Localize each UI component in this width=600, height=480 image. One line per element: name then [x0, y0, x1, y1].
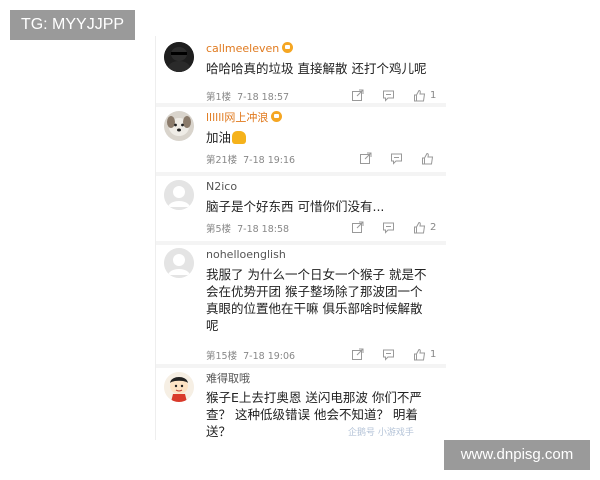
divider	[156, 364, 446, 368]
comment-item: llllll网上冲浪 加油 第21楼 7-18 19:16	[156, 111, 446, 171]
comment-text: 哈哈哈真的垃圾 直接解散 还打个鸡儿呢	[206, 60, 441, 77]
inner-watermark: 企鹅号 小游戏手	[348, 428, 414, 438]
comment-author[interactable]: callmeeleven	[206, 42, 294, 56]
thumbs-up-icon	[422, 152, 434, 164]
comment-author[interactable]: llllll网上冲浪	[206, 111, 283, 125]
default-avatar-icon[interactable]	[164, 180, 194, 210]
like-button[interactable]: 1	[413, 347, 436, 361]
corner-tag: TG: MYYJJPP	[10, 10, 135, 40]
timestamp: 7-18 19:06	[243, 351, 296, 362]
timestamp: 7-18 18:58	[237, 224, 290, 235]
comment-text: 加油	[206, 129, 441, 146]
comment-line: 真眼的位置他在干嘛 俱乐部啥时候解散	[206, 301, 423, 316]
thumbs-up-icon	[414, 348, 426, 360]
comment-line: 我服了 为什么一个日女一个猴子 就是不	[206, 267, 427, 282]
like-button[interactable]: 2	[413, 220, 436, 234]
comment-line: 会在优势开团 猴子整场除了那波团一个	[206, 284, 423, 299]
comment-feed[interactable]: callmeeleven 哈哈哈真的垃圾 直接解散 还打个鸡儿呢 第1楼 7-1…	[155, 36, 446, 440]
thumbs-up-icon	[414, 89, 426, 101]
default-avatar-icon[interactable]	[164, 248, 194, 278]
floor-label: 第15楼	[206, 351, 238, 362]
reply-icon[interactable]	[382, 347, 395, 361]
thumbs-up-icon	[414, 221, 426, 233]
comment-item: nohelloenglish 我服了 为什么一个日女一个猴子 就是不 会在优势开…	[156, 248, 446, 362]
like-button[interactable]	[421, 151, 434, 165]
comment-meta: 第1楼 7-18 18:57	[206, 89, 289, 103]
vip-badge-icon	[271, 111, 283, 122]
comment-author[interactable]: nohelloenglish	[206, 248, 286, 262]
comment-author[interactable]: 难得取哦	[206, 372, 250, 386]
share-icon[interactable]	[351, 347, 364, 361]
dark-avatar-icon[interactable]	[164, 42, 194, 72]
comment-text: 我服了 为什么一个日女一个猴子 就是不 会在优势开团 猴子整场除了那波团一个 真…	[206, 266, 441, 334]
timestamp: 7-18 18:57	[237, 92, 290, 103]
share-icon[interactable]	[351, 220, 364, 234]
comment-meta: 第5楼 7-18 18:58	[206, 221, 289, 235]
like-count: 2	[430, 221, 437, 233]
divider	[156, 172, 446, 176]
comment-meta: 第21楼 7-18 19:16	[206, 152, 295, 166]
reply-icon[interactable]	[382, 220, 395, 234]
cartoon-avatar-icon[interactable]	[164, 372, 194, 402]
comment-text: 脑子是个好东西 可惜你们没有...	[206, 198, 441, 215]
floor-label: 第1楼	[206, 92, 232, 103]
share-icon[interactable]	[351, 88, 364, 102]
author-name[interactable]: N2ico	[206, 180, 237, 193]
comment-line: 哈哈哈真的垃圾 直接解散 还打个鸡儿呢	[206, 61, 427, 76]
dog-avatar-icon[interactable]	[164, 111, 194, 141]
author-name[interactable]: 难得取哦	[206, 372, 250, 385]
comment-meta: 第15楼 7-18 19:06	[206, 348, 295, 362]
author-name[interactable]: callmeeleven	[206, 42, 279, 55]
reply-icon[interactable]	[390, 151, 403, 165]
author-name[interactable]: llllll网上冲浪	[206, 111, 268, 124]
vip-badge-icon	[282, 42, 294, 53]
flexed-biceps-emoji-icon	[232, 131, 247, 144]
divider	[156, 103, 446, 107]
comment-line: 脑子是个好东西 可惜你们没有...	[206, 199, 385, 214]
divider	[156, 241, 446, 245]
timestamp: 7-18 19:16	[243, 155, 296, 166]
author-name[interactable]: nohelloenglish	[206, 248, 286, 261]
comment-line: 呢	[206, 318, 219, 333]
comment-author[interactable]: N2ico	[206, 180, 237, 194]
site-watermark: www.dnpisg.com	[444, 440, 590, 470]
share-icon[interactable]	[359, 151, 372, 165]
reply-icon[interactable]	[382, 88, 395, 102]
comment-line: 加油	[206, 130, 232, 145]
comment-line: 猴子E上去打奥恩 送闪电那波 你们不严	[206, 390, 422, 405]
comment-item: callmeeleven 哈哈哈真的垃圾 直接解散 还打个鸡儿呢 第1楼 7-1…	[156, 42, 446, 103]
floor-label: 第5楼	[206, 224, 232, 235]
like-button[interactable]: 1	[413, 88, 436, 102]
floor-label: 第21楼	[206, 155, 238, 166]
comment-line: 查？ 这种低级错误 他会不知道？ 明着	[206, 407, 418, 422]
like-count: 1	[430, 89, 437, 101]
like-count: 1	[430, 348, 437, 360]
comment-item: N2ico 脑子是个好东西 可惜你们没有... 第5楼 7-18 18:58 2	[156, 180, 446, 240]
